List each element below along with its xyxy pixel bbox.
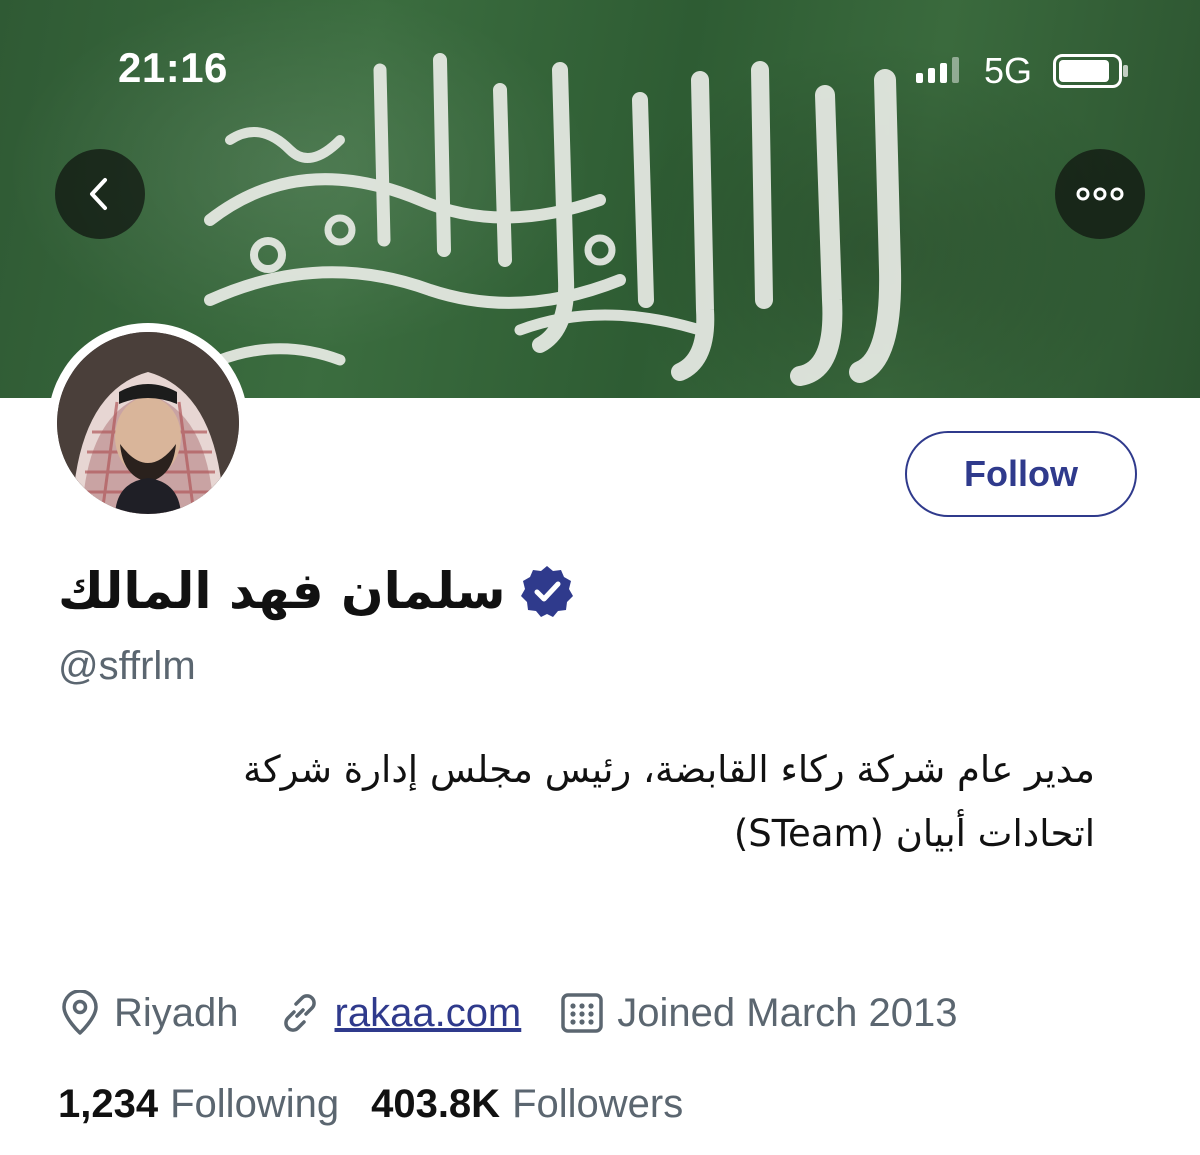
more-options-button[interactable] (1055, 149, 1145, 239)
profile-meta: Riyadh rakaa.com Joined March 2013 (58, 990, 995, 1036)
following-label: Following (170, 1082, 340, 1126)
follow-button[interactable]: Follow (905, 431, 1137, 517)
signal-strength-icon (916, 57, 959, 83)
followers-count: 403.8K (371, 1082, 501, 1126)
more-dots-icon (1076, 187, 1124, 201)
profile-bio: مدير عام شركة ركاء القابضة، رئيس مجلس إد… (55, 738, 1095, 866)
status-time: 21:16 (118, 44, 228, 91)
profile-name-row: سلمان فهد المالك (58, 562, 574, 620)
bio-line-2: اتحادات أبيان (STeam) (733, 812, 1095, 855)
link-icon (283, 994, 316, 1032)
following-stat[interactable]: 1,234 Following (58, 1082, 339, 1127)
website-item[interactable]: rakaa.com (277, 990, 522, 1036)
joined-item: Joined March 2013 (559, 990, 957, 1036)
network-type: 5G (984, 50, 1033, 91)
verified-badge-icon (520, 566, 573, 617)
location-pin-icon (62, 990, 98, 1035)
location-text: Riyadh (114, 990, 239, 1035)
profile-name: سلمان فهد المالك (58, 562, 506, 620)
profile-stats: 1,234 Following 403.8K Followers (58, 1082, 715, 1127)
location-item: Riyadh (58, 990, 239, 1036)
avatar[interactable] (48, 323, 248, 523)
chevron-left-icon (90, 178, 107, 210)
joined-text: Joined March 2013 (617, 990, 958, 1035)
followers-stat[interactable]: 403.8K Followers (371, 1082, 683, 1127)
profile-handle: @sffrlm (58, 644, 196, 688)
avatar-photo (57, 332, 239, 514)
calendar-icon (561, 993, 604, 1033)
website-link[interactable]: rakaa.com (335, 991, 522, 1036)
following-count: 1,234 (58, 1082, 159, 1126)
bio-line-1: مدير عام شركة ركاء القابضة، رئيس مجلس إد… (243, 748, 1095, 791)
battery-icon (1053, 54, 1128, 88)
back-button[interactable] (55, 149, 145, 239)
followers-label: Followers (512, 1082, 684, 1126)
